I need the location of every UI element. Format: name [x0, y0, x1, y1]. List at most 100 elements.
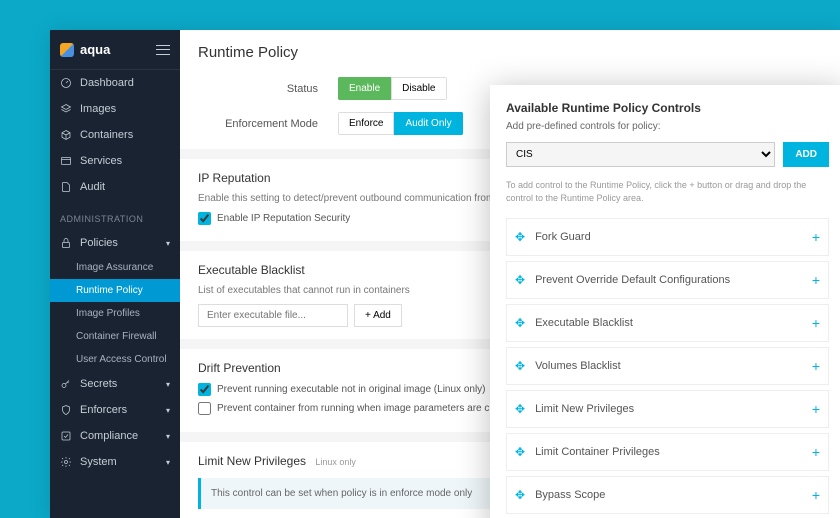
- control-label: Prevent Override Default Configurations: [535, 274, 730, 286]
- plus-icon[interactable]: +: [812, 487, 820, 503]
- nav-label: Audit: [80, 181, 105, 193]
- drag-icon: ✥: [515, 359, 525, 373]
- control-label: Bypass Scope: [535, 489, 605, 501]
- drag-icon: ✥: [515, 402, 525, 416]
- plus-icon[interactable]: +: [812, 401, 820, 417]
- gear-icon: [60, 456, 72, 468]
- drift-check2[interactable]: [198, 402, 211, 415]
- plus-icon[interactable]: +: [812, 444, 820, 460]
- linux-tag: Linux only: [315, 457, 356, 467]
- plus-icon[interactable]: +: [812, 358, 820, 374]
- plus-icon[interactable]: +: [812, 229, 820, 245]
- layers-icon: [60, 103, 72, 115]
- checkbox-label: Prevent container from running when imag…: [217, 403, 523, 414]
- enforce-button[interactable]: Enforce: [338, 112, 394, 135]
- drag-icon: ✥: [515, 230, 525, 244]
- plus-icon[interactable]: +: [812, 272, 820, 288]
- sidebar-item-containers[interactable]: Containers: [50, 122, 180, 148]
- enable-button[interactable]: Enable: [338, 77, 391, 100]
- doc-icon: [60, 181, 72, 193]
- app-window: aqua Dashboard Images Containers Services Au…: [50, 30, 840, 518]
- control-label: Limit New Privileges: [535, 403, 634, 415]
- shield-icon: [60, 404, 72, 416]
- cube-icon: [60, 129, 72, 141]
- sidebar-subitem-image-assurance[interactable]: Image Assurance: [50, 256, 180, 279]
- nav-label: Dashboard: [80, 77, 134, 89]
- disable-button[interactable]: Disable: [391, 77, 446, 100]
- check-icon: [60, 430, 72, 442]
- nav-label: Compliance: [80, 430, 138, 442]
- drift-check1[interactable]: [198, 383, 211, 396]
- brand-bar: aqua: [50, 30, 180, 70]
- sidebar-subitem-image-profiles[interactable]: Image Profiles: [50, 302, 180, 325]
- key-icon: [60, 378, 72, 390]
- nav-label: Containers: [80, 129, 133, 141]
- nav-label: Enforcers: [80, 404, 127, 416]
- drag-icon: ✥: [515, 445, 525, 459]
- status-label: Status: [198, 83, 338, 95]
- control-label: Limit Container Privileges: [535, 446, 660, 458]
- checkbox-label: Enable IP Reputation Security: [217, 213, 350, 224]
- chevron-down-icon: ▾: [166, 458, 170, 467]
- drag-icon: ✥: [515, 488, 525, 502]
- main-content: Runtime Policy Status Enable Disable Enf…: [180, 30, 840, 518]
- control-label: Volumes Blacklist: [535, 360, 621, 372]
- ip-rep-checkbox[interactable]: [198, 212, 211, 225]
- admin-section-label: ADMINISTRATION: [50, 200, 180, 230]
- brand-text: aqua: [80, 42, 156, 57]
- control-item-limit-new-privileges[interactable]: ✥ Limit New Privileges +: [506, 390, 829, 428]
- enforcement-toggle: Enforce Audit Only: [338, 112, 463, 135]
- control-label: Fork Guard: [535, 231, 591, 243]
- sidebar-item-services[interactable]: Services: [50, 148, 180, 174]
- limit-priv-title: Limit New Privileges: [198, 454, 306, 468]
- sidebar-item-dashboard[interactable]: Dashboard: [50, 70, 180, 96]
- logo-icon: [60, 43, 74, 57]
- sidebar-subitem-runtime-policy[interactable]: Runtime Policy: [50, 279, 180, 302]
- sidebar: aqua Dashboard Images Containers Services Au…: [50, 30, 180, 518]
- controls-dropdown[interactable]: CIS: [506, 142, 775, 167]
- lock-icon: [60, 237, 72, 249]
- sidebar-item-system[interactable]: System ▾: [50, 449, 180, 475]
- nav-label: System: [80, 456, 117, 468]
- add-executable-button[interactable]: + Add: [354, 304, 402, 327]
- panel-subtitle: Add pre-defined controls for policy:: [506, 121, 829, 132]
- control-item-fork-guard[interactable]: ✥ Fork Guard +: [506, 218, 829, 256]
- audit-only-button[interactable]: Audit Only: [394, 112, 462, 135]
- control-item-limit-container-privileges[interactable]: ✥ Limit Container Privileges +: [506, 433, 829, 471]
- panel-hint: To add control to the Runtime Policy, cl…: [506, 179, 829, 204]
- sidebar-item-audit[interactable]: Audit: [50, 174, 180, 200]
- drag-icon: ✥: [515, 273, 525, 287]
- sidebar-subitem-container-firewall[interactable]: Container Firewall: [50, 325, 180, 348]
- enforcement-label: Enforcement Mode: [198, 118, 338, 130]
- plus-icon[interactable]: +: [812, 315, 820, 331]
- sidebar-item-enforcers[interactable]: Enforcers ▾: [50, 397, 180, 423]
- chevron-down-icon: ▾: [166, 239, 170, 248]
- chevron-down-icon: ▾: [166, 406, 170, 415]
- panel-dropdown-row: CIS ADD: [506, 142, 829, 167]
- sidebar-item-secrets[interactable]: Secrets▾: [50, 371, 180, 397]
- drag-icon: ✥: [515, 316, 525, 330]
- status-toggle: Enable Disable: [338, 77, 447, 100]
- control-item-executable-blacklist[interactable]: ✥ Executable Blacklist +: [506, 304, 829, 342]
- control-item-volumes-blacklist[interactable]: ✥ Volumes Blacklist +: [506, 347, 829, 385]
- sidebar-item-compliance[interactable]: Compliance ▾: [50, 423, 180, 449]
- sidebar-item-images[interactable]: Images: [50, 96, 180, 122]
- hamburger-icon[interactable]: [156, 45, 170, 55]
- control-label: Executable Blacklist: [535, 317, 633, 329]
- control-item-bypass-scope[interactable]: ✥ Bypass Scope +: [506, 476, 829, 514]
- executable-input[interactable]: [198, 304, 348, 327]
- nav-label: Images: [80, 103, 116, 115]
- add-control-button[interactable]: ADD: [783, 142, 829, 167]
- checkbox-label: Prevent running executable not in origin…: [217, 384, 486, 395]
- chevron-down-icon: ▾: [166, 432, 170, 441]
- controls-panel: Available Runtime Policy Controls Add pr…: [490, 85, 840, 518]
- panel-title: Available Runtime Policy Controls: [506, 101, 829, 115]
- page-title: Runtime Policy: [180, 30, 840, 71]
- nav-label: Services: [80, 155, 122, 167]
- gauge-icon: [60, 77, 72, 89]
- sidebar-item-policies[interactable]: Policies ▾: [50, 230, 180, 256]
- control-item-prevent-override-default-configurations[interactable]: ✥ Prevent Override Default Configurations…: [506, 261, 829, 299]
- nav-label: Secrets: [80, 378, 117, 390]
- window-icon: [60, 155, 72, 167]
- sidebar-subitem-user-access-control[interactable]: User Access Control: [50, 348, 180, 371]
